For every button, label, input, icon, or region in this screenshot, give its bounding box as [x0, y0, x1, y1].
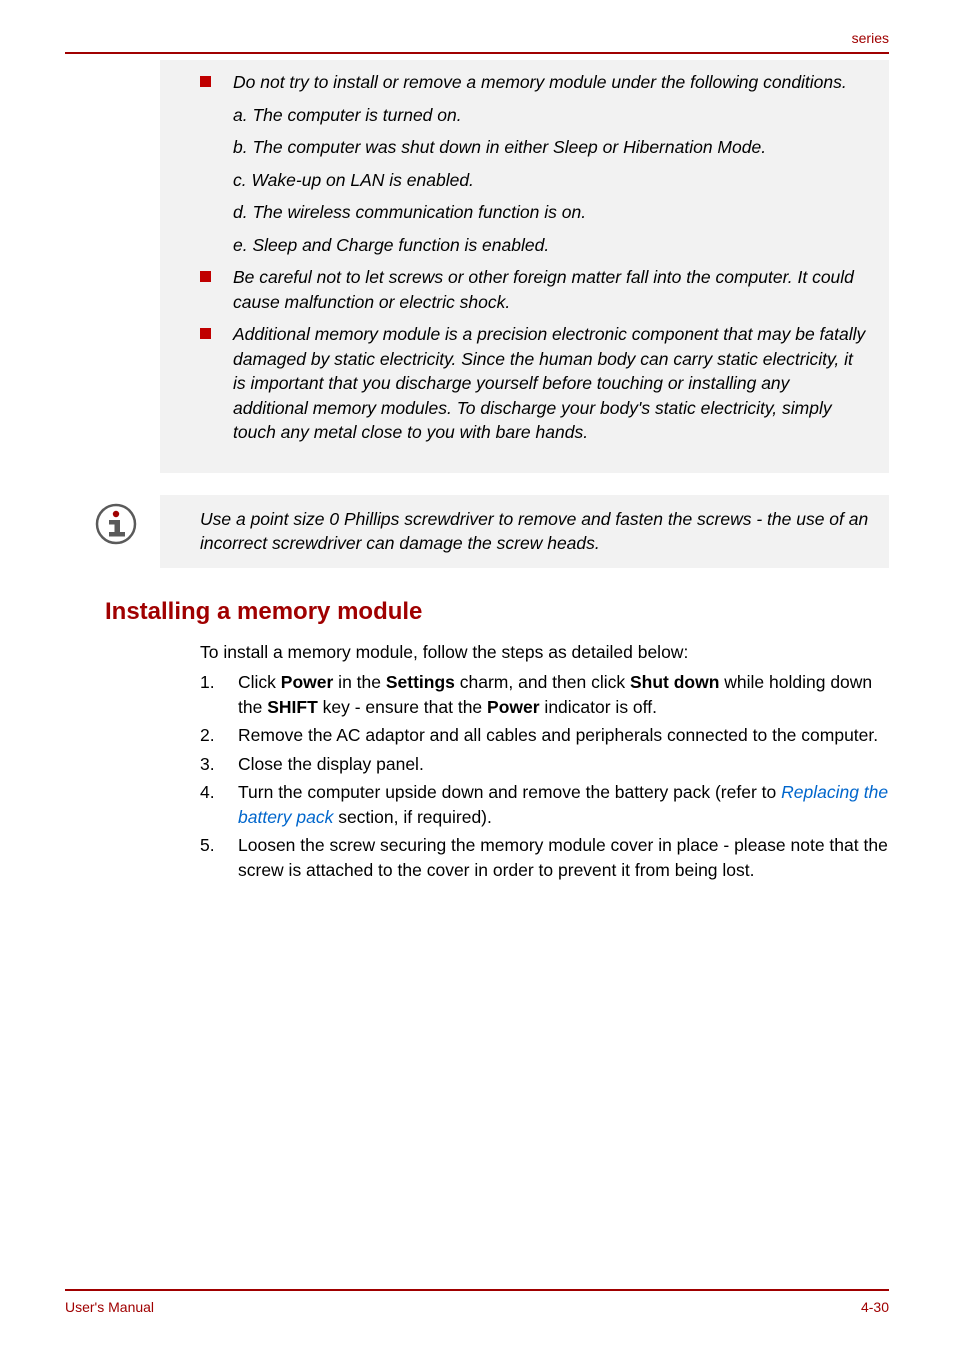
text-part: in the — [333, 672, 386, 692]
step-text: Remove the AC adaptor and all cables and… — [238, 723, 889, 748]
text-part: section, if required). — [333, 807, 492, 827]
warning-text: Do not try to install or remove a memory… — [233, 70, 869, 95]
step-text: Turn the computer upside down and remove… — [238, 780, 889, 829]
step-number: 2. — [200, 723, 238, 748]
step-text: Loosen the screw securing the memory mod… — [238, 833, 889, 882]
footer-page-number: 4-30 — [861, 1299, 889, 1315]
warning-text: Additional memory module is a precision … — [233, 322, 869, 445]
info-note-panel: Use a point size 0 Phillips screwdriver … — [160, 495, 889, 568]
step-1: 1. Click Power in the Settings charm, an… — [200, 670, 889, 719]
step-4: 4. Turn the computer upside down and rem… — [200, 780, 889, 829]
warning-sub-a: a. The computer is turned on. — [233, 103, 869, 128]
step-number: 1. — [200, 670, 238, 719]
header-series-label: series — [65, 30, 889, 54]
step-number: 5. — [200, 833, 238, 882]
warning-sub-c: c. Wake-up on LAN is enabled. — [233, 168, 869, 193]
warning-item-2: Be careful not to let screws or other fo… — [200, 265, 869, 314]
warning-item-3: Additional memory module is a precision … — [200, 322, 869, 445]
section-intro: To install a memory module, follow the s… — [200, 640, 889, 665]
page-footer: User's Manual 4-30 — [65, 1289, 889, 1315]
section-heading: Installing a memory module — [105, 598, 889, 626]
step-number: 3. — [200, 752, 238, 777]
text-part: indicator is off. — [540, 697, 657, 717]
text-part: Click — [238, 672, 281, 692]
step-2: 2. Remove the AC adaptor and all cables … — [200, 723, 889, 748]
info-note-text: Use a point size 0 Phillips screwdriver … — [200, 507, 869, 556]
info-icon — [95, 503, 137, 545]
text-part: Turn the computer upside down and remove… — [238, 782, 781, 802]
text-part: key - ensure that the — [318, 697, 487, 717]
bold-settings: Settings — [386, 672, 455, 692]
footer-left: User's Manual — [65, 1299, 154, 1315]
warning-sub-e: e. Sleep and Charge function is enabled. — [233, 233, 869, 258]
step-text: Close the display panel. — [238, 752, 889, 777]
bold-shift: SHIFT — [267, 697, 318, 717]
bullet-icon — [200, 328, 211, 339]
warning-sub-b: b. The computer was shut down in either … — [233, 135, 869, 160]
bullet-icon — [200, 76, 211, 87]
text-part: charm, and then click — [455, 672, 630, 692]
steps-list: 1. Click Power in the Settings charm, an… — [200, 670, 889, 882]
step-5: 5. Loosen the screw securing the memory … — [200, 833, 889, 882]
bold-power: Power — [281, 672, 334, 692]
step-3: 3. Close the display panel. — [200, 752, 889, 777]
bullet-icon — [200, 271, 211, 282]
warning-item-1: Do not try to install or remove a memory… — [200, 70, 869, 95]
bold-shutdown: Shut down — [630, 672, 719, 692]
warning-text: Be careful not to let screws or other fo… — [233, 265, 869, 314]
bold-power2: Power — [487, 697, 540, 717]
warnings-panel: Do not try to install or remove a memory… — [160, 60, 889, 473]
step-number: 4. — [200, 780, 238, 829]
step-text: Click Power in the Settings charm, and t… — [238, 670, 889, 719]
warning-sub-d: d. The wireless communication function i… — [233, 200, 869, 225]
